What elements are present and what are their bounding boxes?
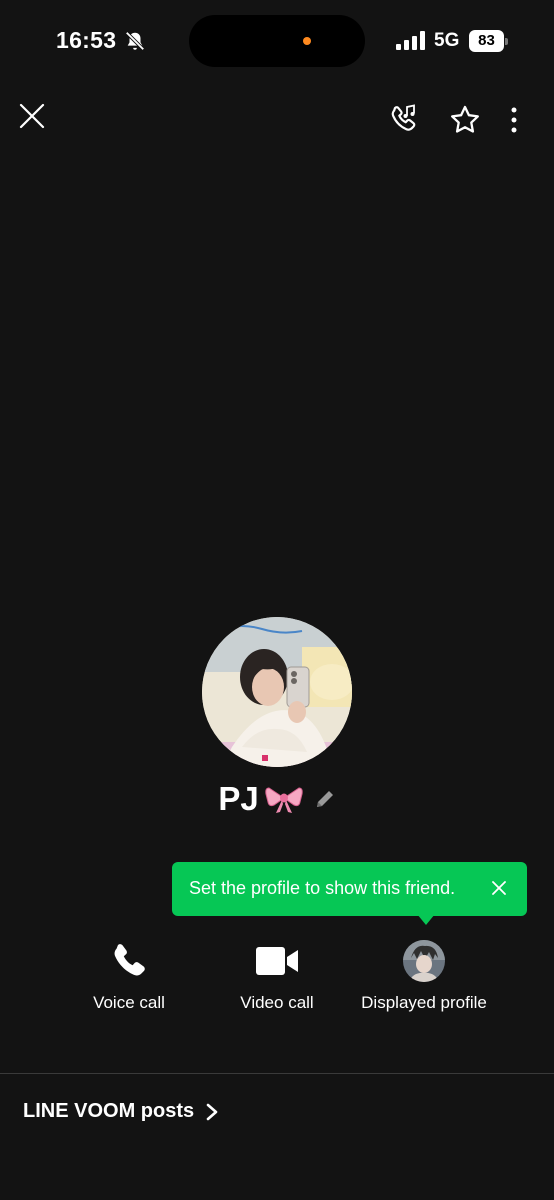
ringtone-call-icon[interactable] xyxy=(389,104,419,134)
phone-icon xyxy=(114,944,145,976)
network-type: 5G xyxy=(434,30,460,51)
more-vertical-icon[interactable] xyxy=(502,106,526,134)
video-call-icon-wrap xyxy=(202,935,352,987)
chevron-right-icon xyxy=(206,1103,218,1120)
tooltip-arrow xyxy=(417,914,435,925)
video-call-label: Video call xyxy=(240,993,314,1012)
voice-call-icon-wrap xyxy=(54,935,204,987)
displayed-profile-icon-wrap xyxy=(349,935,499,987)
pencil-icon[interactable] xyxy=(314,788,336,810)
ribbon-icon xyxy=(265,787,303,813)
displayed-profile-avatar xyxy=(403,940,445,982)
video-camera-icon xyxy=(256,947,298,975)
status-time: 16:53 xyxy=(56,27,117,53)
voice-call-label: Voice call xyxy=(93,993,165,1012)
star-icon[interactable] xyxy=(449,104,481,136)
line-voom-posts-link[interactable]: LINE VOOM posts xyxy=(23,1100,220,1123)
voice-call-button[interactable]: Voice call xyxy=(54,935,204,1013)
bell-slash-icon xyxy=(125,31,145,51)
signal-icon xyxy=(396,31,425,50)
privacy-indicator-dot xyxy=(303,37,311,45)
friend-profile-screen: 16:53 5G 83 PJ Set the profile to show t… xyxy=(0,0,554,1200)
tooltip-text: Set the profile to show this friend. xyxy=(189,878,456,898)
displayed-profile-label: Displayed profile xyxy=(361,993,487,1012)
tooltip-close-icon[interactable] xyxy=(490,879,508,897)
line-voom-posts-label: LINE VOOM posts xyxy=(23,1100,195,1122)
close-icon[interactable] xyxy=(18,102,46,130)
dynamic-island xyxy=(189,15,365,67)
battery-icon: 83 xyxy=(469,30,509,52)
battery-level: 83 xyxy=(469,30,504,52)
profile-name-row: PJ xyxy=(0,780,554,818)
profile-tooltip: Set the profile to show this friend. xyxy=(172,862,527,916)
section-divider xyxy=(0,1073,554,1074)
displayed-profile-button[interactable]: Displayed profile xyxy=(349,935,499,1013)
profile-name: PJ xyxy=(218,780,259,817)
profile-avatar[interactable] xyxy=(202,617,352,767)
battery-cap xyxy=(505,38,508,45)
video-call-button[interactable]: Video call xyxy=(202,935,352,1013)
